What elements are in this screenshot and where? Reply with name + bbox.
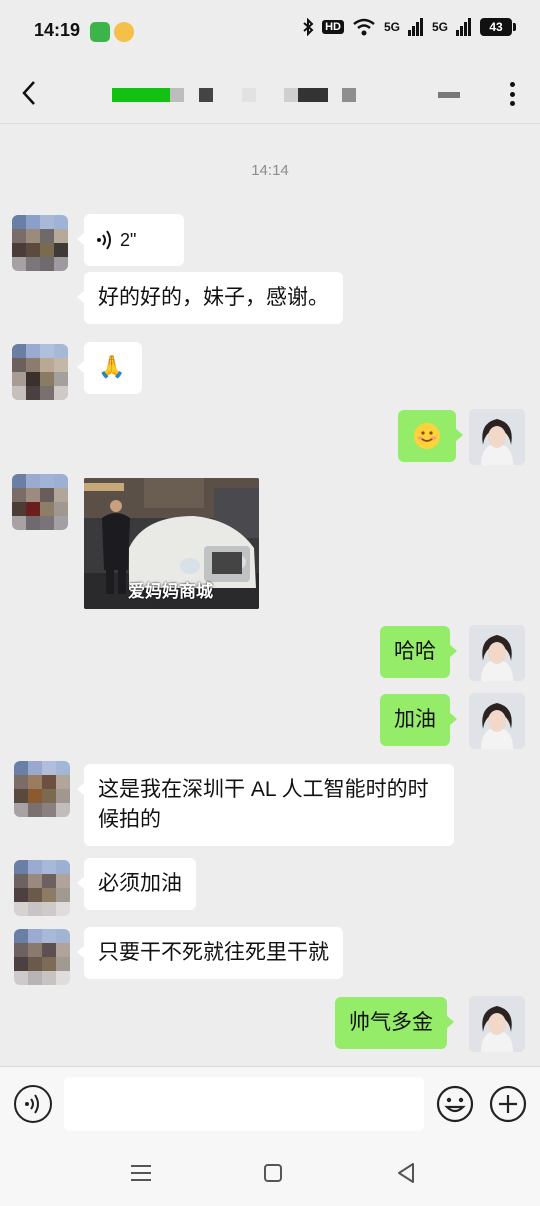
text-message-bubble[interactable]: 这是我在深圳干 AL 人工智能时的时 候拍的 [77, 764, 454, 846]
text-message-bubble[interactable]: 好的好的，妹子，感谢。 [77, 272, 343, 324]
message-timestamp: 14:14 [251, 162, 289, 179]
voice-message-bubble[interactable]: 2" [77, 214, 184, 266]
message-text-line-1: 这是我在深圳干 AL 人工智能时的时 [98, 778, 429, 801]
app-notification-icon [90, 22, 110, 42]
emoji-icon[interactable] [436, 1085, 474, 1123]
contact-avatar[interactable] [12, 344, 68, 400]
image-caption: 爱妈妈商城 [128, 582, 213, 601]
system-navigation-bar [0, 1140, 540, 1206]
voice-wave-icon [97, 230, 111, 250]
image-message[interactable]: 爱妈妈商城 [84, 478, 259, 609]
input-bar [0, 1066, 540, 1140]
contact-avatar[interactable] [12, 215, 68, 271]
text-message-bubble-self[interactable]: 加油 [380, 694, 457, 746]
status-icons: HD 5G 5G 43 [302, 18, 516, 36]
wifi-icon [353, 18, 375, 36]
recent-apps-icon[interactable] [128, 1160, 154, 1186]
weibo-notification-icon [114, 22, 134, 42]
self-avatar[interactable] [469, 693, 525, 749]
text-message-bubble[interactable]: 只要干不死就往死里干就 [77, 927, 343, 979]
network-type-2: 5G [431, 20, 448, 34]
voice-icon[interactable] [14, 1085, 52, 1123]
message-text-line-2: 候拍的 [98, 808, 161, 831]
voice-duration: 2" [120, 230, 137, 250]
more-vertical-icon[interactable] [502, 80, 522, 108]
hd-voice-badge: HD [322, 20, 344, 34]
contact-avatar[interactable] [14, 860, 70, 916]
plus-icon[interactable] [489, 1085, 527, 1123]
self-avatar[interactable] [469, 996, 525, 1052]
contact-avatar[interactable] [14, 761, 70, 817]
message-text: 必须加油 [98, 872, 182, 895]
chat-header [0, 62, 540, 124]
self-avatar[interactable] [469, 625, 525, 681]
emoji-message-bubble-self[interactable] [398, 410, 463, 462]
status-bar: 14:19 HD 5G 5G 43 [0, 0, 540, 62]
contact-avatar[interactable] [12, 474, 68, 530]
chevron-left-icon[interactable] [14, 76, 48, 110]
status-time: 14:19 [34, 20, 81, 40]
self-avatar[interactable] [469, 409, 525, 465]
pray-emoji: 🙏 [98, 354, 126, 379]
bluetooth-icon [303, 18, 314, 36]
battery-indicator: 43 [480, 18, 516, 36]
message-text: 只要干不死就往死里干就 [98, 941, 329, 964]
message-text: 加油 [394, 708, 436, 731]
message-text: 帅气多金 [349, 1011, 433, 1034]
text-message-bubble-self[interactable]: 帅气多金 [335, 997, 454, 1049]
signal-icon-1 [407, 18, 423, 36]
contact-avatar[interactable] [14, 929, 70, 985]
text-message-bubble-self[interactable]: 哈哈 [380, 626, 457, 678]
chat-message-list[interactable]: 14:14 2" 好的好的，妹子，感谢。 🙏 爱妈妈商城 哈哈 加油 这是我在深… [0, 124, 540, 1066]
signal-icon-2 [456, 18, 471, 36]
home-icon[interactable] [260, 1160, 286, 1186]
smile-emoji-icon [414, 423, 440, 449]
message-text: 好的好的，妹子，感谢。 [98, 286, 329, 309]
message-input[interactable] [64, 1077, 424, 1131]
emoji-message-bubble[interactable]: 🙏 [77, 342, 142, 394]
back-triangle-icon[interactable] [393, 1160, 419, 1186]
message-text: 哈哈 [394, 640, 436, 663]
text-message-bubble[interactable]: 必须加油 [77, 858, 196, 910]
network-type-1: 5G [383, 20, 400, 34]
